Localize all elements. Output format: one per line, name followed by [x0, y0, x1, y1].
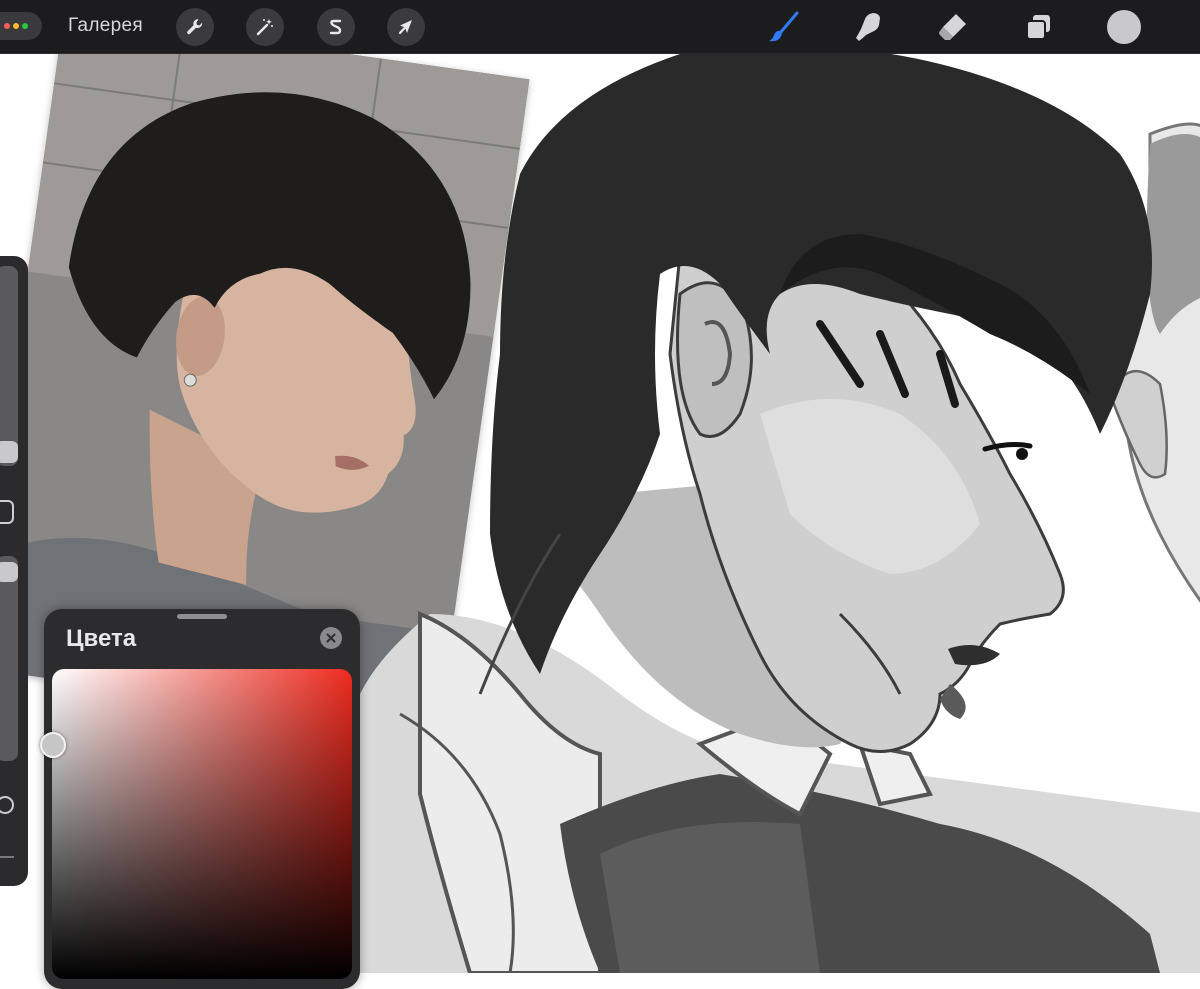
- color-disc-square[interactable]: [52, 669, 352, 979]
- top-toolbar: Галерея: [0, 0, 1200, 54]
- eraser-icon: [939, 14, 966, 40]
- color-button[interactable]: [1107, 10, 1141, 44]
- panel-title: Цвета: [66, 625, 137, 652]
- selection-s-icon: [329, 19, 342, 35]
- close-icon: [326, 633, 336, 643]
- redo-icon[interactable]: [0, 842, 14, 858]
- adjustments-button[interactable]: [246, 8, 284, 46]
- smudge-finger-icon: [856, 13, 880, 41]
- panel-grabber[interactable]: [177, 614, 227, 619]
- layers-button[interactable]: [1021, 10, 1057, 44]
- undo-icon[interactable]: [0, 796, 14, 814]
- wrench-icon: [187, 19, 203, 35]
- color-picker-knob[interactable]: [40, 732, 66, 758]
- transform-button[interactable]: [387, 8, 425, 46]
- smudge-tool-button[interactable]: [851, 10, 887, 44]
- selection-button[interactable]: [317, 8, 355, 46]
- layers-icon: [1026, 15, 1050, 40]
- brush-icon: [769, 11, 799, 42]
- opacity-slider[interactable]: [0, 556, 18, 761]
- window-controls[interactable]: [0, 12, 42, 40]
- eraser-tool-button[interactable]: [935, 10, 971, 44]
- opacity-knob[interactable]: [0, 562, 18, 582]
- brush-tool-button[interactable]: [766, 10, 802, 44]
- zoom-dot-icon[interactable]: [22, 23, 28, 29]
- left-sidebar: [0, 256, 28, 886]
- square-modify-icon[interactable]: [0, 500, 14, 524]
- gallery-button[interactable]: Галерея: [68, 15, 143, 37]
- close-dot-icon[interactable]: [4, 23, 10, 29]
- brush-size-knob[interactable]: [0, 441, 18, 463]
- brush-size-slider[interactable]: [0, 266, 18, 466]
- magic-wand-icon: [256, 19, 273, 36]
- arrow-cursor-icon: [398, 20, 412, 35]
- minimize-dot-icon[interactable]: [13, 23, 19, 29]
- close-button[interactable]: [320, 627, 342, 649]
- color-panel: Цвета: [40, 609, 360, 989]
- actions-button[interactable]: [176, 8, 214, 46]
